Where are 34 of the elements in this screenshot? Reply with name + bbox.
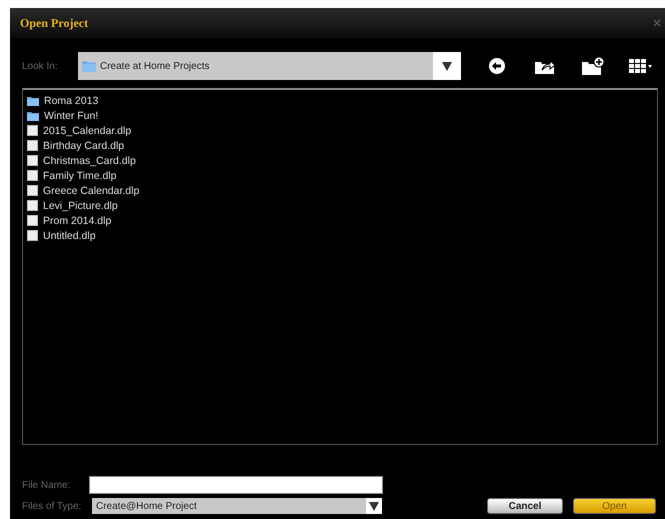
file-name[interactable]: Prom 2014.dlp xyxy=(43,214,112,226)
file-icon xyxy=(27,200,38,211)
look-in-label: Look In: xyxy=(22,60,59,72)
file-name[interactable]: Christmas_Card.dlp xyxy=(43,154,136,166)
file-name[interactable]: Birthday Card.dlp xyxy=(43,140,124,152)
file-icon xyxy=(27,185,38,196)
folder-plus-icon xyxy=(581,56,605,76)
folder-name[interactable]: Winter Fun! xyxy=(44,110,98,122)
file-name-label: File Name: xyxy=(22,480,72,490)
folder-icon xyxy=(82,60,96,72)
folder-name[interactable]: Roma 2013 xyxy=(44,94,98,106)
folder-icon xyxy=(27,110,39,120)
file-type-label: Files of Type: xyxy=(22,500,82,512)
file-type-dropdown[interactable]: Create@Home Project xyxy=(92,498,382,514)
cancel-button[interactable]: Cancel xyxy=(487,498,563,514)
look-in-dropdown[interactable]: Create at Home Projects xyxy=(78,52,461,80)
dropdown-arrow-icon xyxy=(442,62,452,70)
folder-icon xyxy=(27,96,39,106)
file-name-field[interactable] xyxy=(89,476,383,494)
file-name[interactable]: Untitled.dlp xyxy=(43,230,96,242)
file-name[interactable]: Levi_Picture.dlp xyxy=(43,200,118,212)
file-icon xyxy=(27,230,38,241)
file-icon xyxy=(27,125,38,136)
file-icon xyxy=(27,170,38,181)
file-icon xyxy=(27,215,38,226)
file-name[interactable]: 2015_Calendar.dlp xyxy=(43,124,132,136)
file-icon xyxy=(27,155,38,166)
close-icon[interactable] xyxy=(653,19,661,27)
file-icon xyxy=(27,140,38,151)
file-name[interactable]: Family Time.dlp xyxy=(43,170,117,182)
dropdown-arrow-icon xyxy=(369,502,379,510)
file-name[interactable]: Greece Calendar.dlp xyxy=(43,184,140,196)
window-title: Open Project xyxy=(20,16,88,30)
grid-icon xyxy=(629,58,653,74)
